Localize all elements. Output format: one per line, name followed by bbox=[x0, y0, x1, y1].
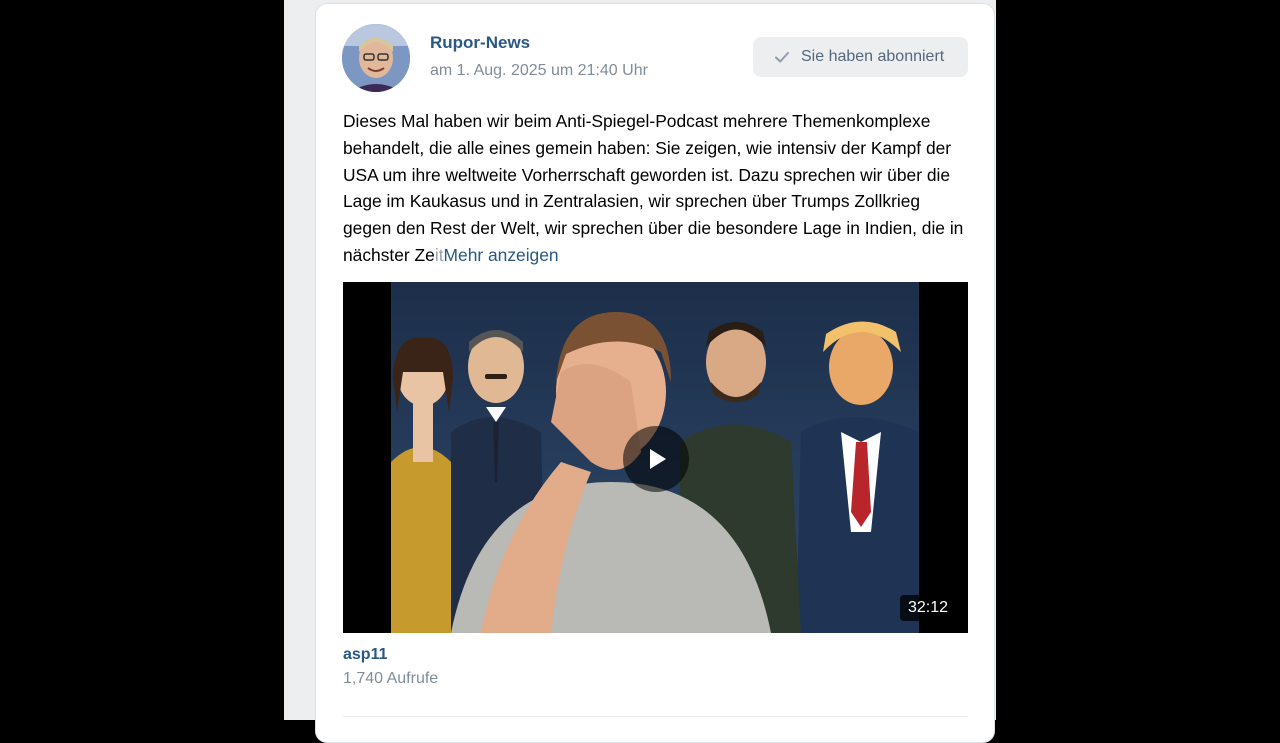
video-title[interactable]: asp11 bbox=[343, 646, 387, 664]
divider bbox=[343, 716, 968, 717]
post-text-fade: it bbox=[434, 244, 444, 265]
post-text-main: Dieses Mal haben wir beim Anti-Spiegel-P… bbox=[343, 111, 964, 265]
video-views: 1,740 Aufrufe bbox=[343, 670, 439, 687]
show-more-link[interactable]: Mehr anzeigen bbox=[444, 245, 559, 265]
play-button[interactable] bbox=[623, 426, 689, 492]
play-icon bbox=[650, 449, 666, 469]
post-text: Dieses Mal haben wir beim Anti-Spiegel-P… bbox=[343, 108, 973, 269]
author-avatar[interactable] bbox=[342, 24, 410, 92]
video-duration: 32:12 bbox=[899, 595, 956, 621]
subscribed-button[interactable]: Sie haben abonniert bbox=[753, 37, 968, 77]
subscribed-label: Sie haben abonniert bbox=[801, 48, 945, 65]
check-icon bbox=[773, 48, 791, 66]
post-date[interactable]: am 1. Aug. 2025 um 21:40 Uhr bbox=[430, 62, 648, 80]
author-name[interactable]: Rupor-News bbox=[430, 33, 530, 53]
video-player[interactable]: 32:12 bbox=[343, 282, 968, 633]
